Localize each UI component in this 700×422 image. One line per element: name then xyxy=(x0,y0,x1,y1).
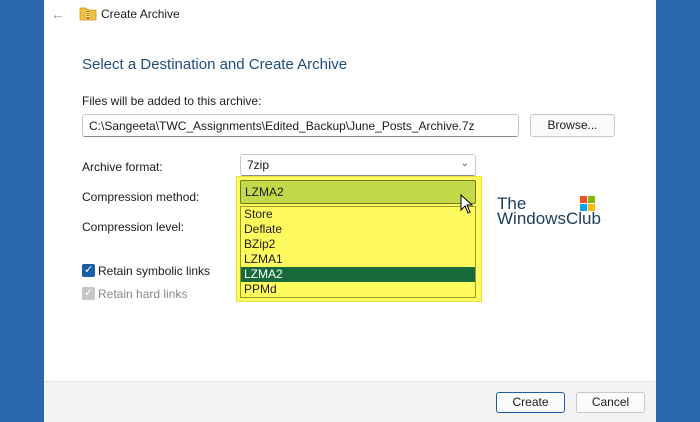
window-title: Create Archive xyxy=(101,7,180,21)
cancel-button[interactable]: Cancel xyxy=(576,392,645,413)
dropdown-option-bzip2[interactable]: BZip2 xyxy=(241,237,475,252)
back-arrow-icon[interactable]: ← xyxy=(50,6,66,22)
compression-method-select[interactable]: LZMA2 xyxy=(240,180,476,204)
symbolic-links-checkbox[interactable]: ✓ xyxy=(82,264,95,277)
dropdown-option-store[interactable]: Store xyxy=(241,207,475,222)
compression-method-value: LZMA2 xyxy=(245,185,284,199)
dropdown-option-deflate[interactable]: Deflate xyxy=(241,222,475,237)
archive-format-select[interactable]: 7zip ⌄ xyxy=(240,154,476,176)
create-archive-dialog: ← Create Archive Select a Destination an… xyxy=(44,0,656,422)
page-heading: Select a Destination and Create Archive xyxy=(82,56,348,73)
files-label: Files will be added to this archive: xyxy=(82,94,262,108)
watermark-line2: WindowsClub xyxy=(497,209,601,228)
archive-path-input[interactable] xyxy=(82,114,519,137)
chevron-down-icon: ⌄ xyxy=(460,158,469,169)
compression-method-dropdown: Store Deflate BZip2 LZMA1 LZMA2 PPMd xyxy=(240,206,476,298)
watermark-logo: The WindowsClub xyxy=(497,194,607,230)
compression-method-label: Compression method: xyxy=(82,190,200,204)
dropdown-option-lzma2[interactable]: LZMA2 xyxy=(241,267,475,282)
hard-links-label: Retain hard links xyxy=(98,287,188,301)
compression-level-label: Compression level: xyxy=(82,220,185,234)
title-bar: ← Create Archive xyxy=(44,0,656,30)
hard-links-checkbox: ✓ xyxy=(82,287,95,300)
archive-format-label: Archive format: xyxy=(82,160,163,174)
mouse-cursor-icon xyxy=(460,194,474,214)
dropdown-option-ppmd[interactable]: PPMd xyxy=(241,282,475,297)
dropdown-option-lzma1[interactable]: LZMA1 xyxy=(241,252,475,267)
browse-button[interactable]: Browse... xyxy=(530,114,615,137)
archive-format-value: 7zip xyxy=(247,158,270,172)
dialog-footer: Create Cancel xyxy=(44,381,656,422)
symbolic-links-label: Retain symbolic links xyxy=(98,264,211,278)
folder-zip-icon xyxy=(79,7,97,21)
create-button[interactable]: Create xyxy=(496,392,565,413)
windows-logo-icon xyxy=(580,196,595,211)
